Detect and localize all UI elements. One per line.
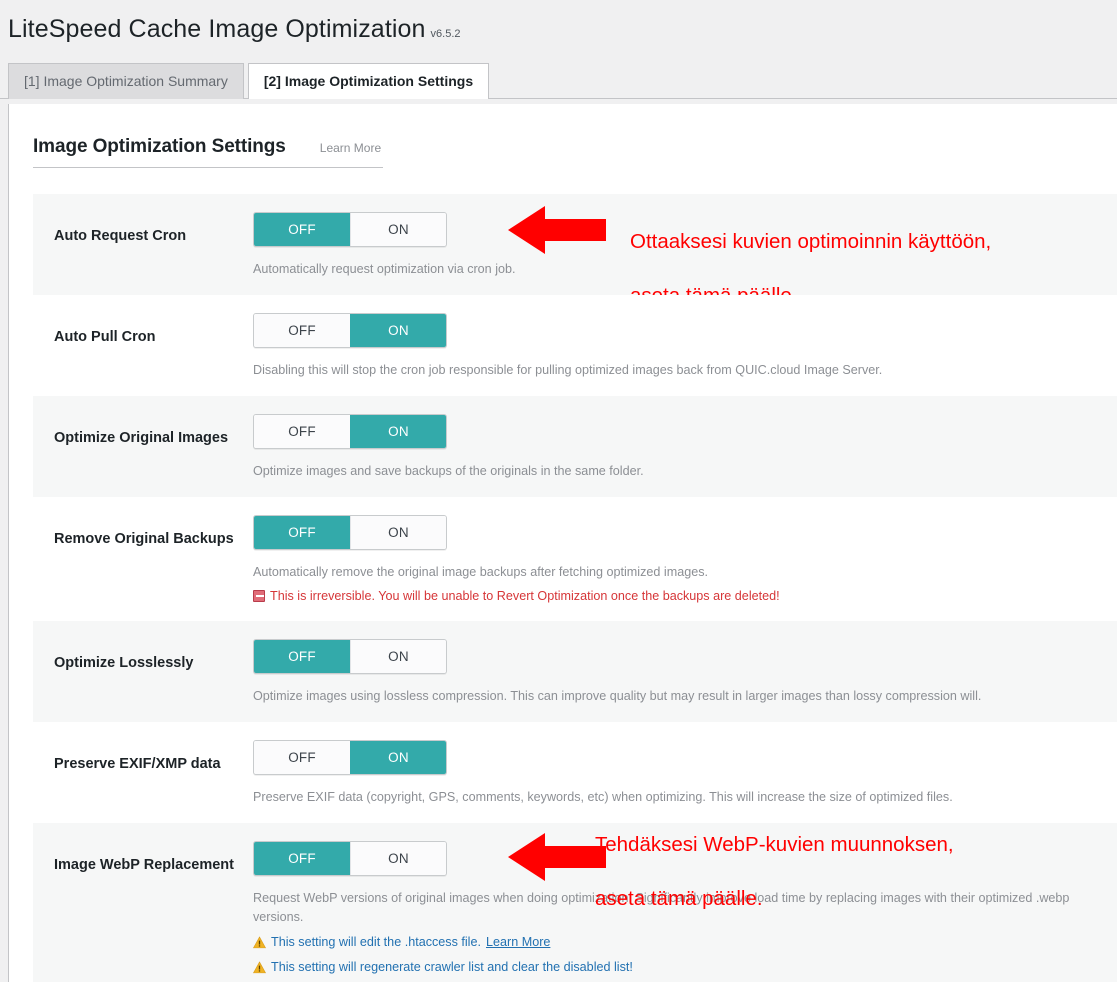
toggle-option-on[interactable]: ON (350, 842, 446, 876)
settings-list: Auto Request Cron OFF ON Automatically r… (33, 194, 1117, 982)
setting-row-preserve-exif-xmp-data: Preserve EXIF/XMP data OFF ON Preserve E… (33, 722, 1117, 824)
toggle-remove-original-backups[interactable]: OFF ON (253, 514, 447, 550)
toggle-preserve-exif-xmp-data[interactable]: OFF ON (253, 740, 447, 776)
danger-note-text: This is irreversible. You will be unable… (270, 588, 780, 603)
section-title: Image Optimization Settings (33, 136, 286, 157)
setting-row-auto-request-cron: Auto Request Cron OFF ON Automatically r… (33, 194, 1117, 307)
toggle-option-off[interactable]: OFF (254, 842, 350, 876)
version-label: v6.5.2 (430, 28, 461, 40)
toggle-option-off[interactable]: OFF (254, 414, 350, 448)
htaccess-learn-more-link[interactable]: Learn More (486, 933, 550, 952)
setting-row-optimize-losslessly: Optimize Losslessly OFF ON Optimize imag… (33, 621, 1117, 723)
setting-label: Image WebP Replacement (54, 857, 234, 874)
tab-bar: [1] Image Optimization Summary [2] Image… (0, 63, 1117, 99)
setting-danger-note: This is irreversible. You will be unable… (253, 587, 1117, 606)
settings-panel: Image Optimization Settings Learn More A… (8, 104, 1117, 982)
page-root: LiteSpeed Cache Image Optimization v6.5.2… (0, 0, 1117, 982)
setting-label: Auto Pull Cron (54, 328, 156, 345)
toggle-option-off[interactable]: OFF (254, 213, 350, 246)
toggle-option-on[interactable]: ON (350, 640, 446, 674)
toggle-auto-pull-cron[interactable]: OFF ON (253, 312, 447, 348)
toggle-option-on[interactable]: ON (350, 515, 446, 549)
info-note-text: This setting will edit the .htaccess fil… (271, 935, 481, 950)
setting-label: Optimize Original Images (54, 429, 229, 446)
setting-label: Preserve EXIF/XMP data (54, 756, 221, 773)
setting-label: Auto Request Cron (54, 228, 187, 244)
setting-row-image-webp-replacement: Image WebP Replacement OFF ON Request We… (33, 823, 1117, 982)
setting-row-optimize-original-images: Optimize Original Images OFF ON Optimize… (33, 395, 1117, 497)
stop-sign-icon (253, 590, 265, 602)
setting-label: Optimize Losslessly (54, 655, 194, 672)
toggle-optimize-losslessly[interactable]: OFF ON (253, 639, 447, 675)
setting-description: Optimize images using lossless compressi… (253, 689, 982, 704)
tab-label: [2] Image Optimization Settings (263, 73, 474, 89)
page-title: LiteSpeed Cache Image Optimization (8, 15, 426, 43)
annotation-text-2: Tehdäksesi WebP-kuvien muunnoksen, aseta… (595, 804, 954, 939)
toggle-image-webp-replacement[interactable]: OFF ON (253, 841, 447, 877)
toggle-optimize-original-images[interactable]: OFF ON (253, 413, 447, 449)
toggle-option-on[interactable]: ON (350, 313, 446, 347)
toggle-auto-request-cron[interactable]: OFF ON (253, 212, 447, 247)
setting-info-note-crawler: This setting will regenerate crawler lis… (253, 958, 1117, 977)
tab-label: [1] Image Optimization Summary (24, 73, 228, 89)
warning-triangle-icon (253, 961, 266, 974)
section-header: Image Optimization Settings Learn More (33, 136, 383, 168)
setting-description: Disabling this will stop the cron job re… (253, 362, 883, 377)
annotation-line-2: aseta tämä päälle. (595, 887, 763, 911)
annotation-line-1: Ottaaksesi kuvien optimoinnin käyttöön, (630, 230, 992, 254)
setting-row-remove-original-backups: Remove Original Backups OFF ON Automatic… (33, 496, 1117, 622)
annotation-line-1: Tehdäksesi WebP-kuvien muunnoksen, (595, 833, 954, 857)
tab-image-optimization-summary[interactable]: [1] Image Optimization Summary (8, 63, 244, 99)
toggle-option-off[interactable]: OFF (254, 313, 350, 347)
warning-triangle-icon (253, 936, 266, 949)
toggle-option-off[interactable]: OFF (254, 741, 350, 775)
page-header: LiteSpeed Cache Image Optimization v6.5.2 (0, 0, 1117, 66)
setting-description: Optimize images and save backups of the … (253, 463, 644, 478)
section-learn-more-link[interactable]: Learn More (320, 141, 381, 155)
toggle-option-off[interactable]: OFF (254, 640, 350, 674)
toggle-option-on[interactable]: ON (350, 741, 446, 775)
setting-label: Remove Original Backups (54, 530, 234, 547)
setting-row-auto-pull-cron: Auto Pull Cron OFF ON Disabling this wil… (33, 294, 1117, 396)
toggle-option-on[interactable]: ON (350, 213, 446, 246)
info-note-text: This setting will regenerate crawler lis… (271, 959, 633, 974)
toggle-option-on[interactable]: ON (350, 414, 446, 448)
toggle-option-off[interactable]: OFF (254, 515, 350, 549)
setting-description: Automatically remove the original image … (253, 564, 708, 579)
tab-image-optimization-settings[interactable]: [2] Image Optimization Settings (247, 63, 490, 99)
